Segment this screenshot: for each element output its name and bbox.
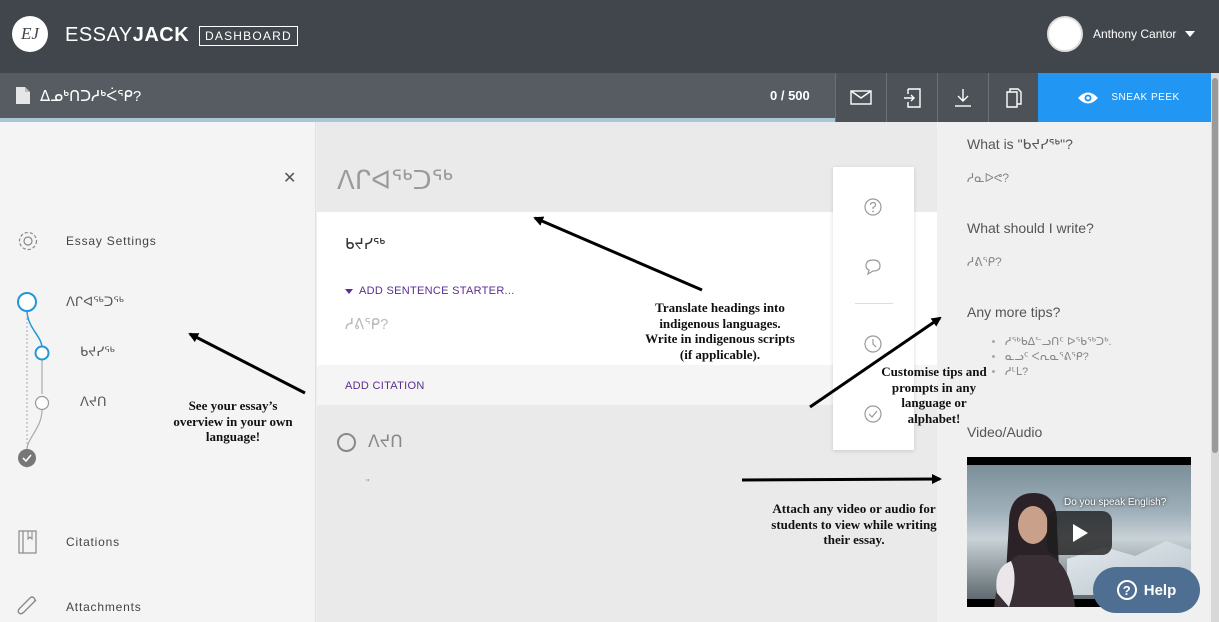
arrow-video	[741, 474, 942, 485]
annotation-sidebar: See your essay’s overview in your own la…	[173, 398, 293, 444]
annotation-video: Attach any video or audio for students t…	[771, 501, 937, 547]
annotation-arrows	[188, 216, 942, 485]
annotation-headings: Translate headings into indigenous langu…	[645, 300, 795, 362]
arrow-headings	[533, 216, 703, 292]
arrow-sidebar	[188, 332, 306, 395]
annotation-tips: Customise tips and prompts in any langua…	[881, 364, 987, 426]
